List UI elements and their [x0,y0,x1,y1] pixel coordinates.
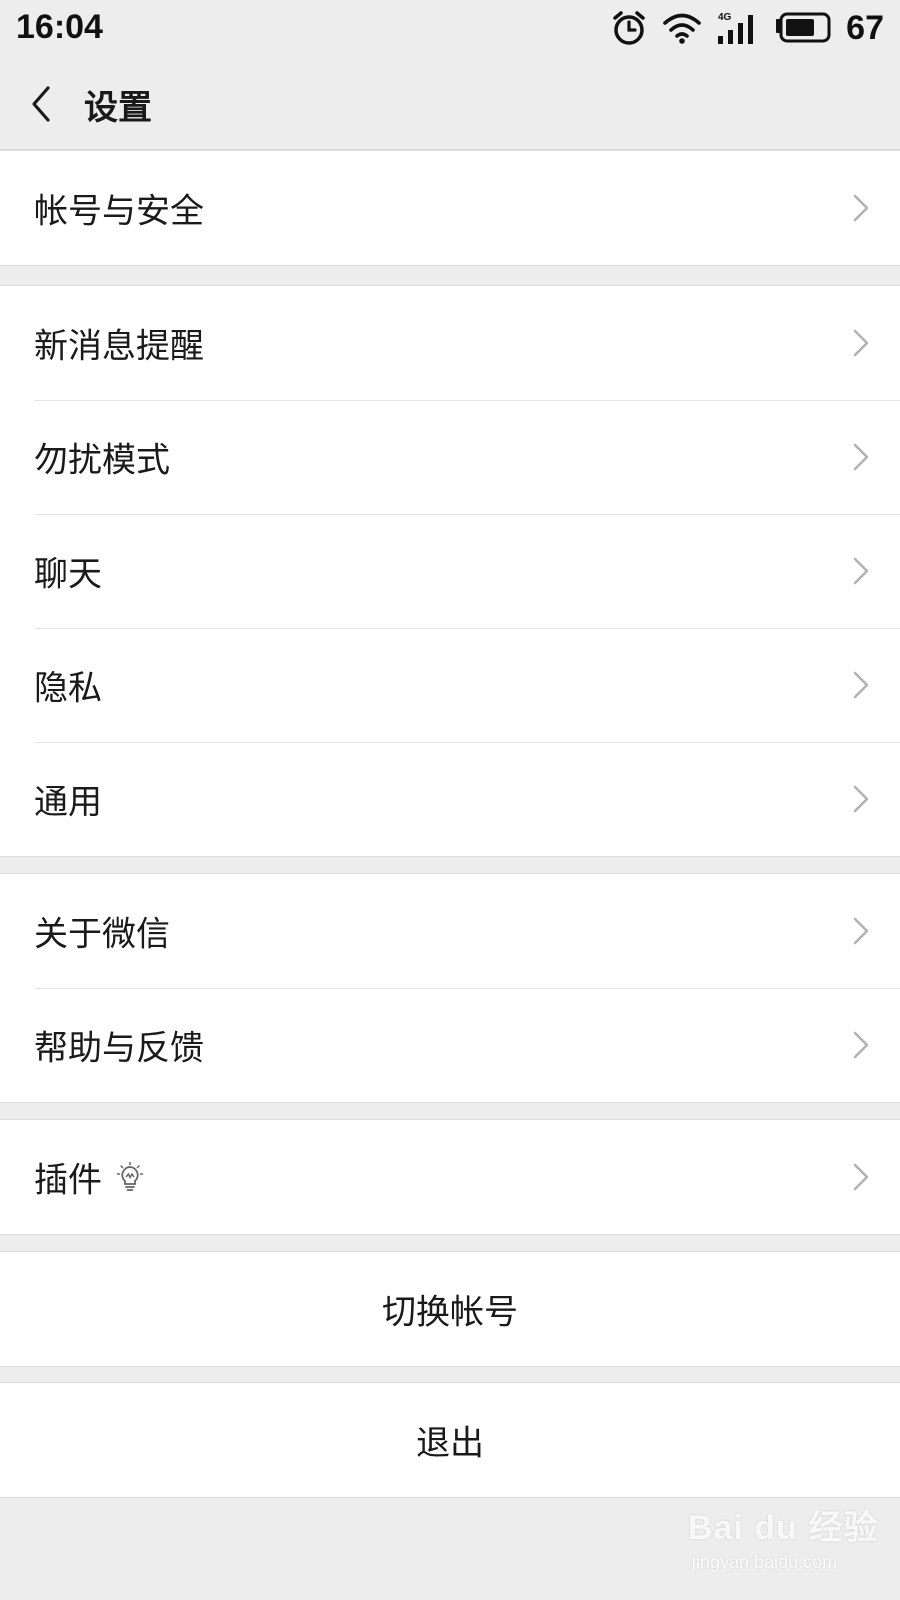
settings-item-label: 勿扰模式 [34,440,170,481]
watermark-brand: Bai du 经验 [688,1509,879,1547]
chevron-right-icon [853,194,869,222]
switch-account-label: 切换帐号 [382,1292,518,1333]
logout-label: 退出 [416,1423,484,1464]
chevron-right-icon [853,671,869,699]
settings-item-label: 帐号与安全 [34,191,204,232]
chevron-right-icon [853,557,869,585]
baidu-watermark: Bai du 经验 jingyan.baidu.com [688,1500,888,1590]
status-bar: 16:04 4G 67 [0,0,900,56]
wifi-icon [663,13,701,44]
chevron-right-icon [853,1031,869,1059]
chevron-right-icon [853,785,869,813]
settings-item-notifications[interactable]: 新消息提醒 [0,286,900,400]
battery-percent: 67 [846,8,884,47]
chevron-right-icon [853,329,869,357]
page-title: 设置 [84,88,152,128]
logout-group: 退出 [0,1382,900,1498]
settings-group-account: 帐号与安全 [0,150,900,266]
chevron-right-icon [853,443,869,471]
chevron-right-icon [853,1163,869,1191]
settings-group-main: 新消息提醒 勿扰模式 聊天 隐私 通用 [0,285,900,857]
settings-item-do-not-disturb[interactable]: 勿扰模式 [0,400,900,514]
settings-item-label: 新消息提醒 [34,326,204,367]
settings-item-label: 通用 [34,782,102,823]
lightbulb-icon [116,1162,144,1191]
signal-icon: 4G [718,12,754,44]
settings-item-general[interactable]: 通用 [0,742,900,856]
switch-account-button[interactable]: 切换帐号 [0,1252,900,1366]
alarm-icon [613,11,645,45]
settings-item-privacy[interactable]: 隐私 [0,628,900,742]
logout-button[interactable]: 退出 [0,1383,900,1497]
settings-item-label: 聊天 [34,554,102,595]
chevron-left-icon[interactable] [24,82,64,126]
chevron-right-icon [853,917,869,945]
settings-item-help-feedback[interactable]: 帮助与反馈 [0,988,900,1102]
switch-account-group: 切换帐号 [0,1251,900,1367]
network-label: 4G [718,12,732,23]
settings-item-label: 插件 [34,1160,102,1201]
settings-item-about-wechat[interactable]: 关于微信 [0,874,900,988]
settings-item-account-security[interactable]: 帐号与安全 [0,151,900,265]
settings-item-label: 帮助与反馈 [34,1028,204,1069]
settings-item-label: 关于微信 [34,914,170,955]
status-icons: 4G 67 [610,8,884,48]
settings-item-chat[interactable]: 聊天 [0,514,900,628]
settings-group-plugins: 插件 [0,1119,900,1235]
watermark-url: jingyan.baidu.com [692,1552,838,1572]
battery-icon [776,12,831,43]
settings-item-plugins[interactable]: 插件 [0,1120,900,1234]
settings-item-label: 隐私 [34,668,102,709]
status-time: 16:04 [16,8,103,46]
nav-bar: 设置 [0,56,900,150]
settings-group-about: 关于微信 帮助与反馈 [0,873,900,1103]
